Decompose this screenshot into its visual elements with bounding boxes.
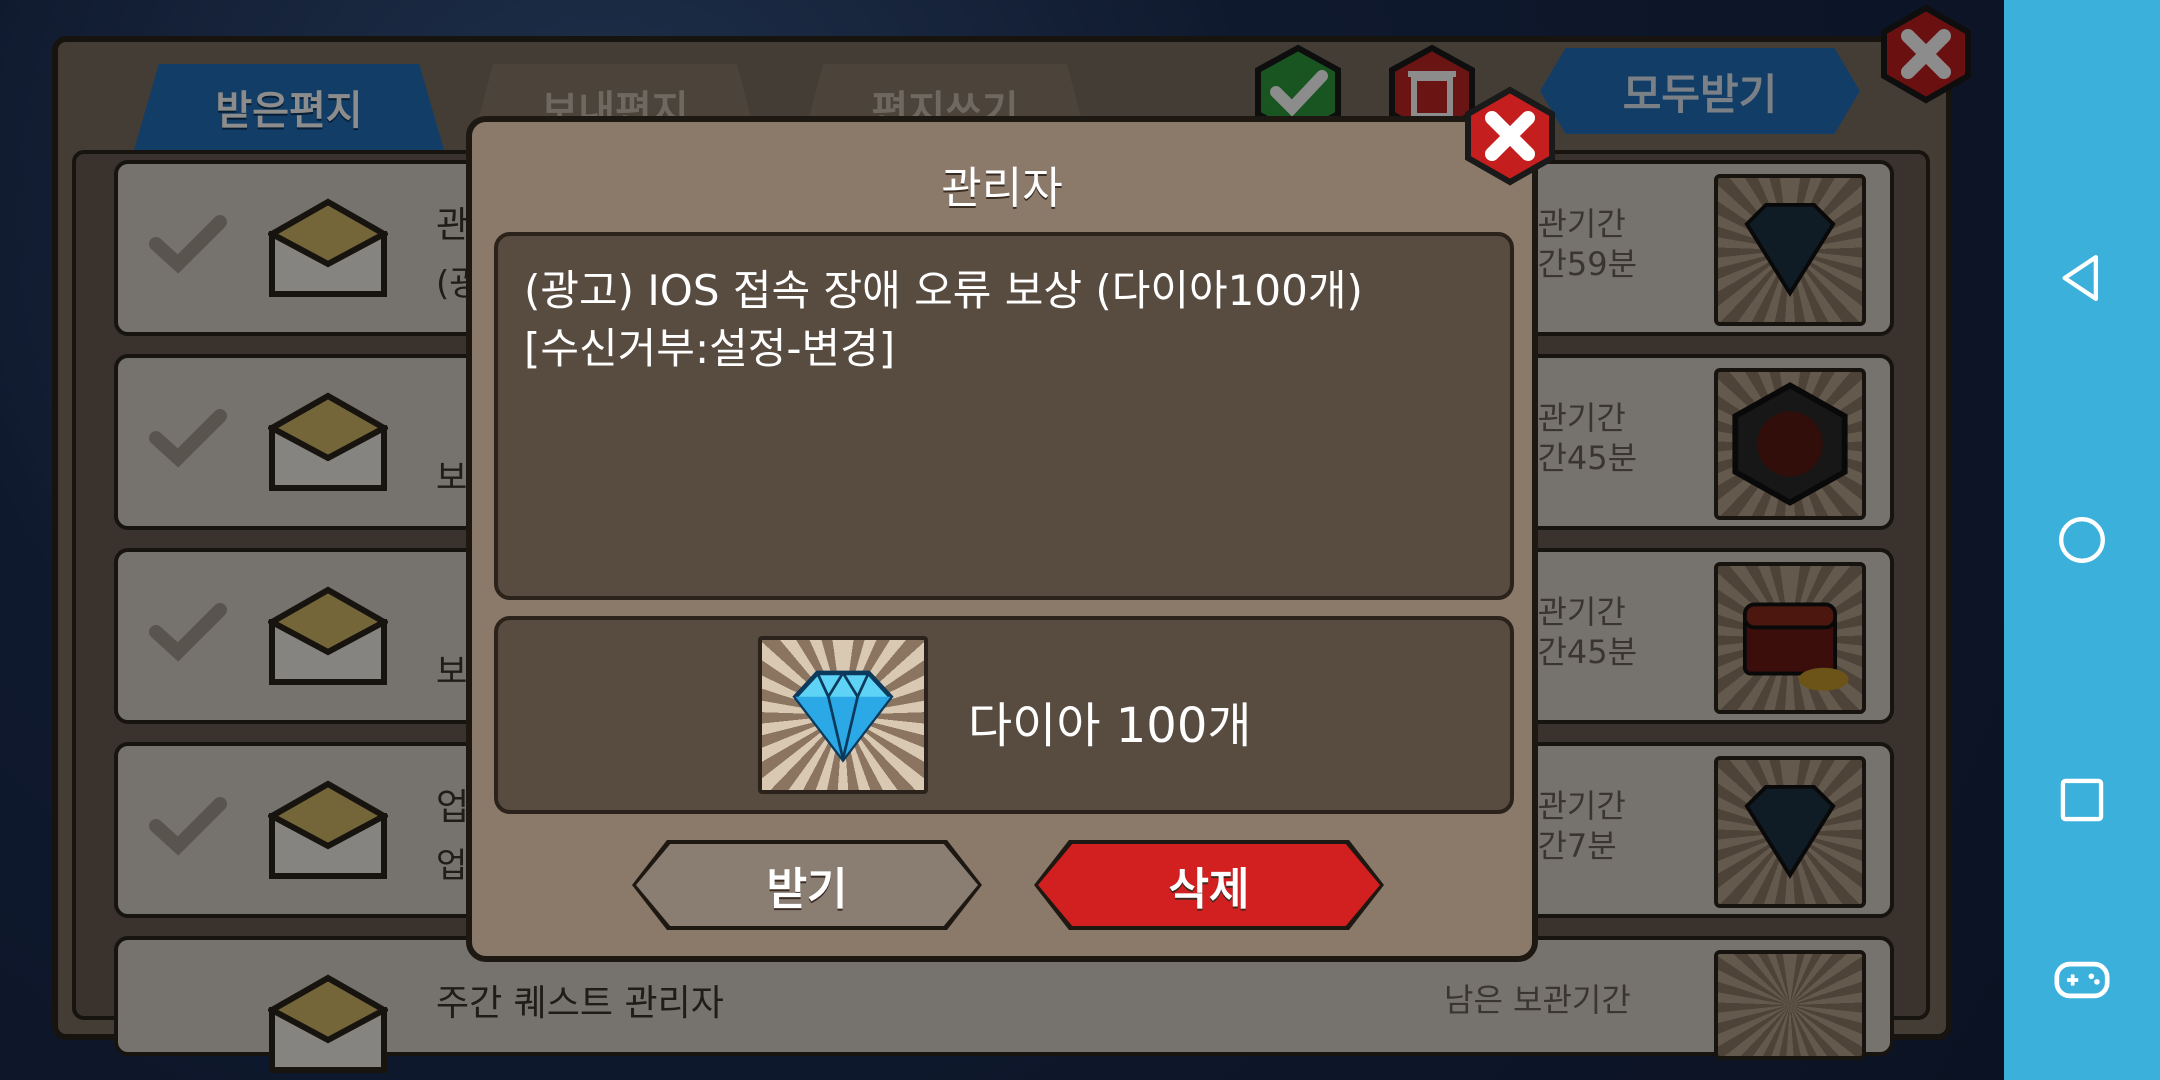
reward-label: 다이아 100개 [968,698,1252,754]
receive-button-label: 받기 [766,864,848,915]
home-icon[interactable] [2042,500,2122,580]
recents-icon[interactable] [2042,760,2122,840]
gamepad-icon[interactable] [2042,940,2122,1020]
mail-detail-modal: 관리자 (광고) IOS 접속 장애 오류 보상 (다이아100개) [수신거부… [466,116,1538,962]
back-icon[interactable] [2042,238,2122,318]
receive-button[interactable]: 받기 [632,840,982,930]
reward-box: 다이아 100개 [494,616,1514,814]
diamond-icon [758,636,928,794]
message-line: [수신거부:설정-변경] [524,324,896,373]
message-box: (광고) IOS 접속 장애 오류 보상 (다이아100개) [수신거부:설정-… [494,232,1514,600]
modal-title: 관리자 [941,163,1063,214]
delete-button[interactable]: 삭제 [1034,840,1384,930]
delete-button-label: 삭제 [1168,864,1250,915]
modal-close-icon[interactable] [1460,86,1560,186]
message-line: (광고) IOS 접속 장애 오류 보상 (다이아100개) [524,266,1363,315]
android-nav-bar [2004,0,2160,1080]
